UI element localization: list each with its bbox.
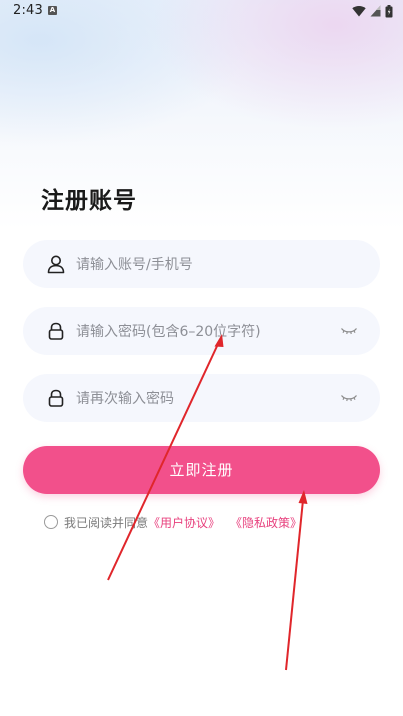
status-bar: 2:43 A: [0, 0, 403, 24]
wifi-icon: [352, 5, 366, 17]
agreement-text: 我已阅读并同意: [64, 515, 149, 530]
confirm-password-input[interactable]: 请再次输入密码: [23, 374, 380, 422]
user-icon: [47, 255, 65, 274]
privacy-policy-link[interactable]: 《隐私政策》: [230, 514, 302, 531]
eye-closed-icon[interactable]: [340, 392, 358, 404]
account-placeholder: 请输入账号/手机号: [76, 257, 193, 273]
password-input[interactable]: 请输入密码(包含6–20位字符): [23, 307, 380, 355]
user-agreement-link[interactable]: 《用户协议》: [148, 514, 220, 531]
lock-icon: [48, 322, 64, 340]
status-time: 2:43: [13, 3, 43, 18]
eye-closed-icon[interactable]: [340, 325, 358, 337]
register-screen: 2:43 A 注册账号 请输入账号/手机号 请输入密码(包含6–20位字符) 请…: [0, 0, 403, 716]
status-icons: [352, 4, 393, 18]
confirm-password-placeholder: 请再次输入密码: [76, 391, 174, 407]
lock-icon: [48, 389, 64, 407]
page-title: 注册账号: [41, 188, 137, 214]
notification-icon: A: [48, 6, 57, 15]
annotation-arrows: [107, 334, 308, 671]
signal-icon: [370, 5, 381, 17]
agreement-row: 我已阅读并同意 《用户协议》 《隐私政策》: [44, 512, 302, 532]
register-button[interactable]: 立即注册: [23, 446, 380, 494]
agreement-checkbox[interactable]: [44, 515, 58, 529]
battery-icon: [385, 4, 393, 17]
account-input[interactable]: 请输入账号/手机号: [23, 240, 380, 288]
password-placeholder: 请输入密码(包含6–20位字符): [76, 324, 261, 340]
